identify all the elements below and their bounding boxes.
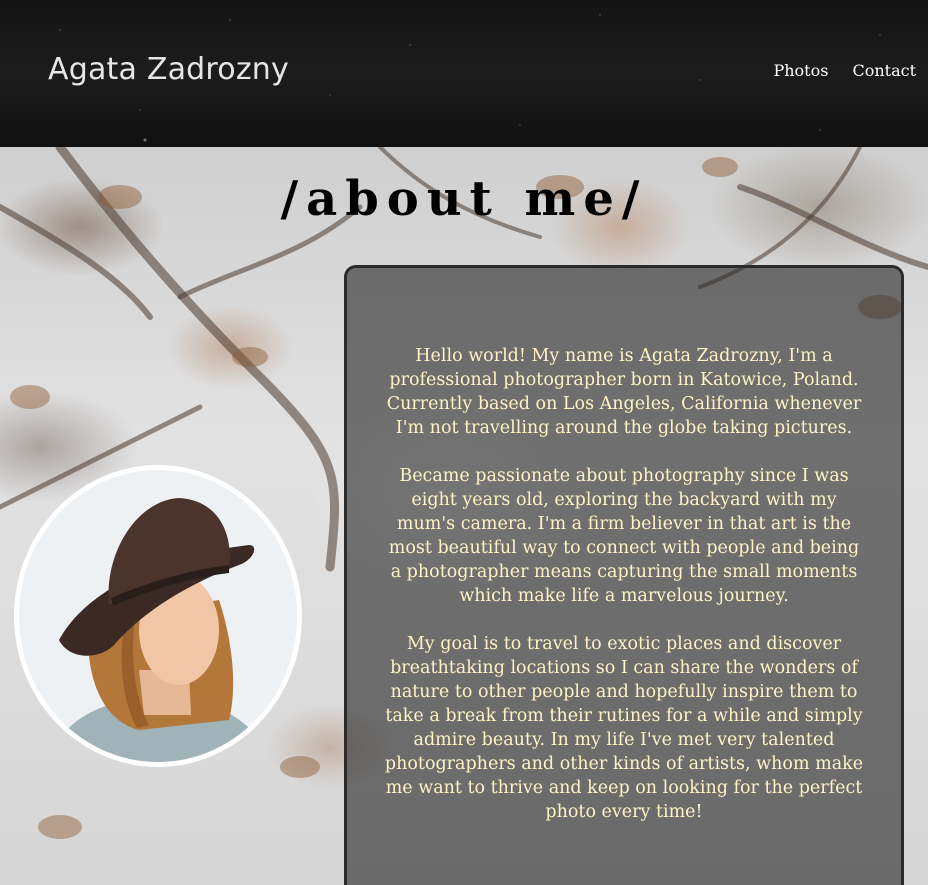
about-section: /about me/ Hello world! My name is Agata… [0,147,928,885]
about-heading: /about me/ [280,171,648,227]
profile-portrait [14,465,302,767]
about-paragraph-3: My goal is to travel to exotic places an… [384,634,864,822]
about-paragraph-1: Hello world! My name is Agata Zadrozny, … [386,346,862,438]
about-text-card: Hello world! My name is Agata Zadrozny, … [344,265,904,885]
site-title[interactable]: Agata Zadrozny [48,52,289,87]
main-nav: Photos Contact [773,61,916,80]
site-header: Agata Zadrozny Photos Contact [0,0,928,147]
about-paragraph-2: Became passionate about photography sinc… [388,466,860,606]
nav-link-contact[interactable]: Contact [852,61,916,80]
nav-link-photos[interactable]: Photos [773,61,828,80]
portrait-image [19,470,297,762]
